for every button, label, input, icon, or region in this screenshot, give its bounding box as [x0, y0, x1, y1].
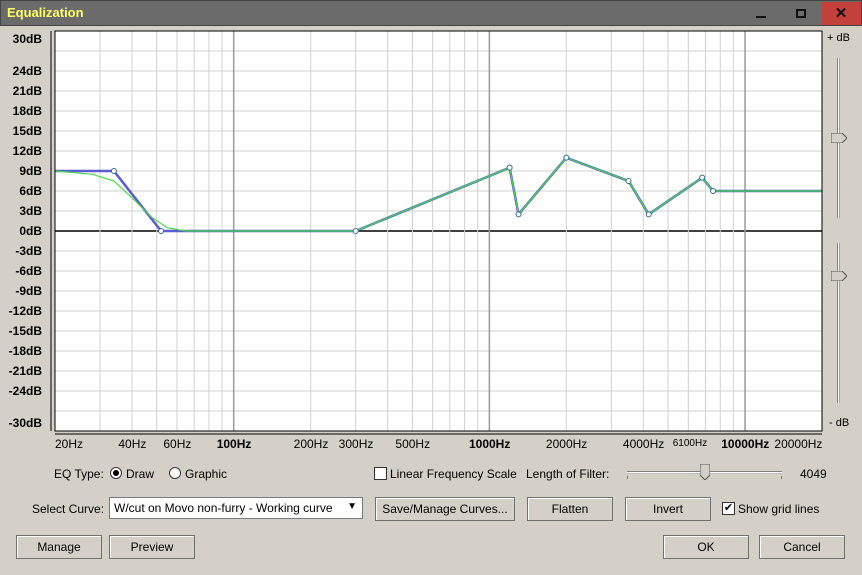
minus-db-label: - dB	[829, 417, 850, 429]
eq-control-point	[563, 154, 570, 161]
eq-control-point	[110, 168, 117, 174]
y-axis-label: -15dB	[8, 324, 42, 338]
y-axis-label: -18dB	[8, 344, 42, 358]
preview-button[interactable]: Preview	[109, 535, 195, 559]
filter-length-label: Length of Filter:	[526, 467, 610, 481]
filter-length-slider-thumb[interactable]	[699, 464, 710, 480]
max-db-slider-thumb[interactable]	[831, 133, 847, 143]
x-axis-label: 10000Hz	[721, 437, 770, 451]
graphic-radio-label[interactable]: Graphic	[185, 467, 227, 481]
y-axis-label: 15dB	[12, 124, 42, 138]
y-axis-label: 21dB	[12, 84, 42, 98]
y-axis-label: 24dB	[12, 64, 42, 78]
x-axis-label: 200Hz	[293, 437, 329, 451]
chevron-down-icon: ▼	[347, 501, 357, 512]
invert-button[interactable]: Invert	[625, 497, 711, 521]
x-axis-label: 40Hz	[118, 437, 147, 451]
show-grid-label[interactable]: Show grid lines	[738, 502, 819, 516]
filter-length-value: 4049	[800, 467, 827, 481]
x-axis-label: 500Hz	[395, 437, 431, 451]
x-axis-label: 2000Hz	[545, 437, 588, 451]
linear-frequency-label[interactable]: Linear Frequency Scale	[390, 467, 517, 481]
eq-control-point	[158, 228, 165, 234]
y-axis-label: -3dB	[15, 244, 42, 258]
y-axis-label: 0dB	[19, 224, 42, 238]
cancel-button[interactable]: Cancel	[759, 535, 845, 559]
y-axis-label: -6dB	[15, 264, 42, 278]
x-axis-label: 20Hz	[55, 437, 84, 451]
y-axis-label: 6dB	[19, 184, 42, 198]
graphic-radio[interactable]	[169, 467, 181, 479]
eq-control-point	[710, 188, 717, 194]
eq-type-label: EQ Type:	[54, 467, 104, 481]
save-manage-curves-button[interactable]: Save/Manage Curves...	[375, 497, 515, 521]
checkmark-icon: ✔	[723, 502, 734, 514]
select-curve-label: Select Curve:	[32, 502, 105, 516]
plus-db-label: + dB	[827, 32, 850, 44]
eq-control-point	[352, 228, 359, 234]
y-axis-label: -21dB	[8, 364, 42, 378]
draw-radio[interactable]	[110, 467, 122, 479]
y-axis-label: -12dB	[8, 304, 42, 318]
x-axis-label: 20000Hz	[774, 437, 823, 451]
manage-button[interactable]: Manage	[16, 535, 102, 559]
x-axis-label: 100Hz	[216, 437, 252, 451]
eq-graph[interactable]	[0, 0, 862, 460]
y-axis-label: -9dB	[15, 284, 42, 298]
x-axis-label: 6100Hz	[672, 438, 708, 449]
y-axis-label: -30dB	[8, 416, 42, 430]
show-grid-checkbox[interactable]: ✔	[722, 502, 735, 515]
min-db-slider-thumb[interactable]	[831, 271, 847, 281]
x-axis-label: 1000Hz	[468, 437, 511, 451]
x-axis-label: 60Hz	[163, 437, 192, 451]
x-axis-label: 4000Hz	[622, 437, 665, 451]
eq-control-point	[506, 164, 513, 171]
curve-select-value: W/cut on Movo non-furry - Working curve	[114, 501, 333, 515]
eq-control-point	[699, 174, 706, 181]
eq-control-point	[515, 211, 522, 218]
y-axis-label: 9dB	[19, 164, 42, 178]
y-axis-label: 12dB	[12, 144, 42, 158]
y-axis-label: 30dB	[12, 32, 42, 46]
linear-frequency-checkbox[interactable]	[374, 467, 387, 480]
draw-radio-label[interactable]: Draw	[126, 467, 154, 481]
y-axis-label: 18dB	[12, 104, 42, 118]
y-axis-label: -24dB	[8, 384, 42, 398]
x-axis-label: 300Hz	[338, 437, 374, 451]
min-db-slider-track[interactable]	[837, 243, 840, 403]
eq-control-point	[645, 211, 652, 218]
ok-button[interactable]: OK	[663, 535, 749, 559]
eq-control-point	[625, 178, 632, 184]
curve-select[interactable]: W/cut on Movo non-furry - Working curve …	[109, 497, 363, 519]
flatten-button[interactable]: Flatten	[527, 497, 613, 521]
y-axis-label: 3dB	[19, 204, 42, 218]
